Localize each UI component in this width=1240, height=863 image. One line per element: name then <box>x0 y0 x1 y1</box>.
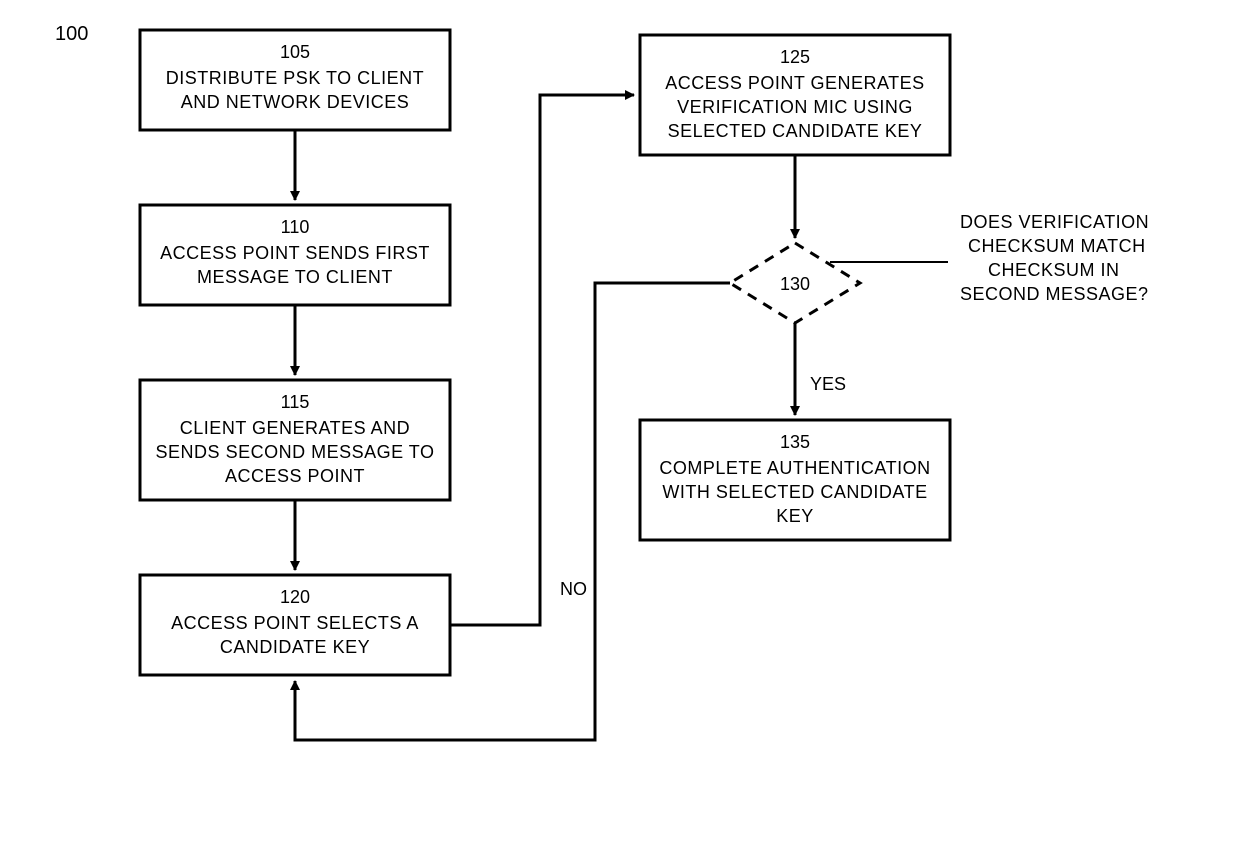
step-text-line: AND NETWORK DEVICES <box>181 92 410 112</box>
step-text-line: ACCESS POINT SELECTS A <box>171 613 419 633</box>
figure-number: 100 <box>55 23 88 45</box>
step-105-distribute-psk: 105 DISTRIBUTE PSK TO CLIENT AND NETWORK… <box>140 30 450 130</box>
step-115-client-second-message: 115 CLIENT GENERATES AND SENDS SECOND ME… <box>140 380 450 500</box>
step-text-line: ACCESS POINT <box>225 466 365 486</box>
step-number: 125 <box>780 47 810 67</box>
decision-question-text: DOES VERIFICATION CHECKSUM MATCH CHECKSU… <box>960 212 1149 304</box>
step-text-line: MESSAGE TO CLIENT <box>197 267 393 287</box>
step-text-line: WITH SELECTED CANDIDATE <box>662 482 927 502</box>
step-number: 120 <box>280 587 310 607</box>
decision-130-checksum-match: 130 <box>730 243 860 323</box>
step-number: 115 <box>281 392 310 412</box>
step-text-line: ACCESS POINT SENDS FIRST <box>160 243 430 263</box>
step-125-generate-verification-mic: 125 ACCESS POINT GENERATES VERIFICATION … <box>640 35 950 155</box>
step-135-complete-authentication: 135 COMPLETE AUTHENTICATION WITH SELECTE… <box>640 420 950 540</box>
step-text-line: VERIFICATION MIC USING <box>677 97 913 117</box>
step-text-line: CANDIDATE KEY <box>220 637 370 657</box>
question-line: SECOND MESSAGE? <box>960 284 1149 304</box>
step-text-line: DISTRIBUTE PSK TO CLIENT <box>166 68 424 88</box>
step-number: 135 <box>780 432 810 452</box>
step-number: 110 <box>281 217 310 237</box>
step-110-send-first-message: 110 ACCESS POINT SENDS FIRST MESSAGE TO … <box>140 205 450 305</box>
step-text-line: COMPLETE AUTHENTICATION <box>659 458 930 478</box>
arrow <box>450 95 634 625</box>
decision-number: 130 <box>780 274 810 294</box>
edge-label-yes: YES <box>810 374 846 394</box>
flowchart-diagram: 100 105 DISTRIBUTE PSK TO CLIENT AND NET… <box>0 0 1240 863</box>
question-line: CHECKSUM MATCH <box>968 236 1146 256</box>
step-120-select-candidate-key: 120 ACCESS POINT SELECTS A CANDIDATE KEY <box>140 575 450 675</box>
step-text-line: SENDS SECOND MESSAGE TO <box>156 442 435 462</box>
step-text-line: ACCESS POINT GENERATES <box>665 73 924 93</box>
step-text-line: CLIENT GENERATES AND <box>180 418 410 438</box>
arrow-no <box>295 283 730 740</box>
edge-label-no: NO <box>560 579 587 599</box>
question-line: CHECKSUM IN <box>988 260 1120 280</box>
step-text-line: SELECTED CANDIDATE KEY <box>668 121 923 141</box>
step-text-line: KEY <box>776 506 814 526</box>
step-number: 105 <box>280 42 310 62</box>
question-line: DOES VERIFICATION <box>960 212 1149 232</box>
